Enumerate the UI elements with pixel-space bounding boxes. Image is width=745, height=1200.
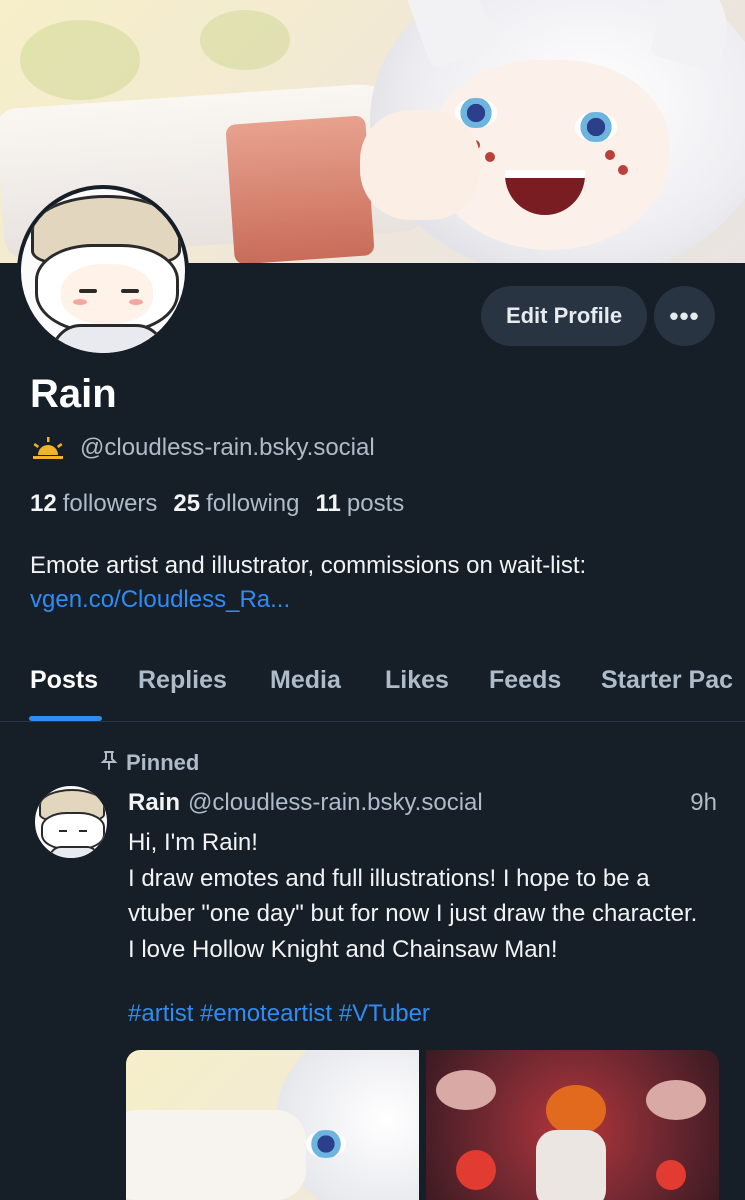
tab-likes[interactable]: Likes xyxy=(385,666,449,695)
bio-link[interactable]: vgen.co/Cloudless_Ra... xyxy=(30,583,730,617)
following-stat[interactable]: 25 following xyxy=(173,490,299,518)
post-body: Hi, I'm Rain! I draw emotes and full ill… xyxy=(128,825,698,967)
posts-stat: 11 posts xyxy=(315,490,405,517)
profile-handle-row: @cloudless-rain.bsky.social xyxy=(30,434,375,462)
followers-stat[interactable]: 12 followers xyxy=(30,490,157,518)
edit-profile-button[interactable]: Edit Profile xyxy=(481,286,647,346)
banner-hand xyxy=(360,110,480,220)
active-tab-indicator xyxy=(29,716,102,721)
post-hashtags[interactable]: #artist #emoteartist #VTuber xyxy=(128,1000,430,1028)
banner-eye-right xyxy=(575,112,617,142)
banner-sleeve-accent xyxy=(225,115,375,263)
profile-tabs: Posts Replies Media Likes Feeds Starter … xyxy=(0,652,745,722)
post-text-body: I draw emotes and full illustrations! I … xyxy=(128,864,698,963)
post-text-line1: Hi, I'm Rain! xyxy=(128,829,258,856)
tab-posts[interactable]: Posts xyxy=(30,666,98,695)
pinned-indicator: Pinned xyxy=(100,750,199,776)
bio-text: Emote artist and illustrator, commission… xyxy=(30,552,587,579)
profile-avatar[interactable] xyxy=(17,185,189,357)
ellipsis-icon: ••• xyxy=(669,300,700,331)
post-image-2[interactable] xyxy=(426,1050,719,1200)
post-image-1[interactable] xyxy=(126,1050,419,1200)
tab-replies[interactable]: Replies xyxy=(138,666,227,695)
more-options-button[interactable]: ••• xyxy=(654,286,715,346)
profile-stats: 12 followers 25 following 11 posts xyxy=(30,490,404,518)
sunrise-icon xyxy=(30,436,66,460)
profile-handle: @cloudless-rain.bsky.social xyxy=(80,434,375,461)
pin-icon xyxy=(100,750,118,776)
profile-bio: Emote artist and illustrator, commission… xyxy=(30,549,730,617)
pinned-label: Pinned xyxy=(126,750,200,775)
tab-starter-packs[interactable]: Starter Pac xyxy=(601,666,733,695)
post-author-avatar[interactable] xyxy=(33,784,109,860)
profile-name: Rain xyxy=(30,372,117,416)
post-header: Rain @cloudless-rain.bsky.social xyxy=(128,789,483,817)
post-author-handle[interactable]: @cloudless-rain.bsky.social xyxy=(188,789,483,816)
post-timestamp[interactable]: 9h xyxy=(690,789,717,817)
post-author-name[interactable]: Rain xyxy=(128,789,180,816)
tab-feeds[interactable]: Feeds xyxy=(489,666,561,695)
tab-media[interactable]: Media xyxy=(270,666,341,695)
